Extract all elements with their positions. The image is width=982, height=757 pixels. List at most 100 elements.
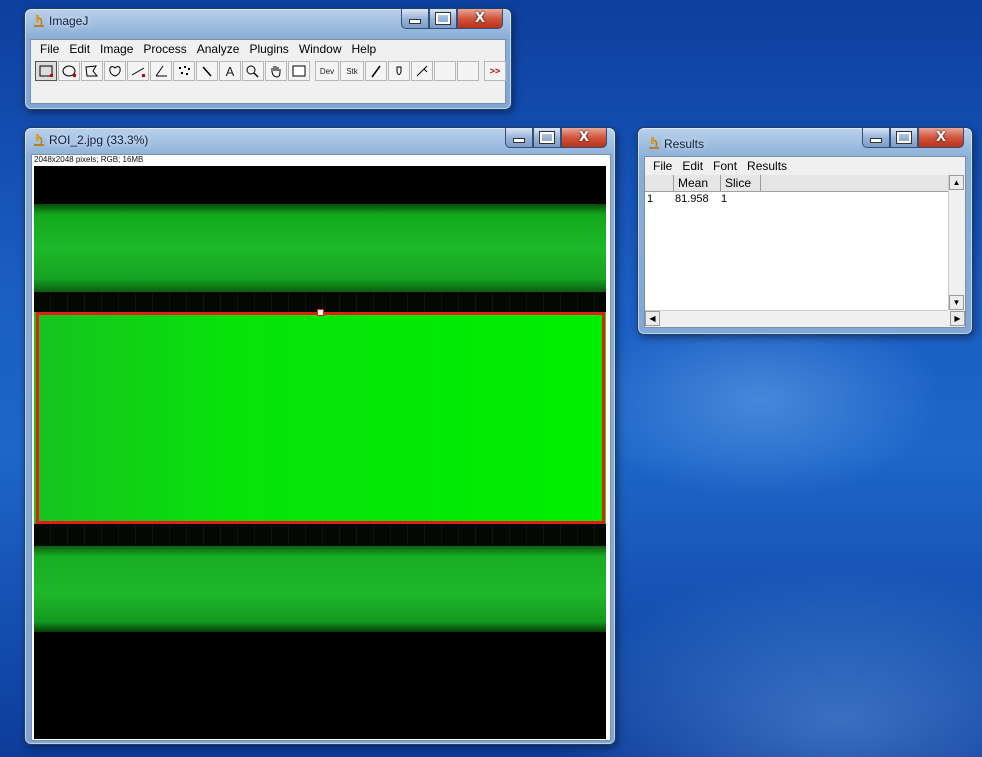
stk-menu-tool[interactable]: Stk xyxy=(340,61,364,81)
microscope-icon xyxy=(34,15,44,27)
hand-icon xyxy=(271,66,281,78)
results-titlebar[interactable]: Results X xyxy=(638,128,972,152)
blank-tool-1[interactable] xyxy=(434,61,456,81)
blank-tool-2[interactable] xyxy=(457,61,479,81)
paintbrush-tool[interactable] xyxy=(388,61,410,81)
magnifier-icon xyxy=(246,65,259,78)
results-header: Mean Slice xyxy=(645,175,948,192)
maximize-button[interactable] xyxy=(429,9,457,29)
point-tool[interactable] xyxy=(173,61,195,81)
close-icon: X xyxy=(935,130,947,145)
results-window: Results X File Edit Font Results Mean Sl… xyxy=(637,127,973,335)
line-icon xyxy=(131,67,145,77)
more-tools-button[interactable]: >> xyxy=(484,61,506,81)
wand-tool[interactable] xyxy=(196,61,218,81)
line-tool[interactable] xyxy=(127,61,149,81)
wand-icon xyxy=(202,66,212,77)
more-label: >> xyxy=(489,66,501,76)
polygon-tool[interactable] xyxy=(81,61,103,81)
freehand-tool[interactable] xyxy=(104,61,126,81)
maximize-button[interactable] xyxy=(890,128,918,148)
text-tool-label: A xyxy=(225,63,235,79)
imagej-toolbar: A Dev Stk >> xyxy=(35,61,507,81)
green-band-top xyxy=(34,204,606,292)
results-menubar: File Edit Font Results xyxy=(645,157,965,173)
vertical-scrollbar[interactable]: ▲ ▼ xyxy=(948,175,965,310)
image-titlebar[interactable]: ROI_2.jpg (33.3%) X xyxy=(25,128,615,152)
scroll-up-button[interactable]: ▲ xyxy=(949,175,964,190)
results-menu-file[interactable]: File xyxy=(648,159,677,173)
results-menu-edit[interactable]: Edit xyxy=(677,159,708,173)
menu-edit[interactable]: Edit xyxy=(64,42,95,56)
close-icon: X xyxy=(474,11,486,26)
magnifier-tool[interactable] xyxy=(242,61,264,81)
dark-stripe-2 xyxy=(34,524,606,546)
imagej-client: File Edit Image Process Analyze Plugins … xyxy=(30,39,506,104)
scroll-down-button[interactable]: ▼ xyxy=(949,295,964,310)
maximize-button[interactable] xyxy=(533,128,561,148)
pencil-icon xyxy=(371,65,381,78)
angle-icon xyxy=(155,65,167,77)
angle-tool[interactable] xyxy=(150,61,172,81)
scroll-right-button[interactable]: ▶ xyxy=(950,311,965,326)
close-button[interactable]: X xyxy=(457,9,503,29)
menu-file[interactable]: File xyxy=(35,42,64,56)
text-tool[interactable]: A xyxy=(219,61,241,81)
dev-label: Dev xyxy=(319,66,335,76)
minimize-button[interactable] xyxy=(401,9,429,29)
image-title: ROI_2.jpg (33.3%) xyxy=(49,133,149,147)
minimize-button[interactable] xyxy=(862,128,890,148)
results-title: Results xyxy=(664,137,705,151)
close-button[interactable]: X xyxy=(561,128,607,148)
dev-menu-tool[interactable]: Dev xyxy=(315,61,339,81)
menu-analyze[interactable]: Analyze xyxy=(192,42,245,56)
imagej-title: ImageJ xyxy=(49,14,89,28)
point-icon xyxy=(179,66,190,75)
maximize-icon xyxy=(436,13,450,24)
menu-help[interactable]: Help xyxy=(347,42,382,56)
color-picker-tool[interactable] xyxy=(288,61,310,81)
col-header-slice[interactable]: Slice xyxy=(721,175,761,191)
menu-image[interactable]: Image xyxy=(95,42,138,56)
image-canvas[interactable] xyxy=(34,166,606,739)
minimize-icon xyxy=(870,138,882,143)
imagej-titlebar[interactable]: ImageJ X xyxy=(25,9,511,33)
hand-tool[interactable] xyxy=(265,61,287,81)
col-header-index[interactable] xyxy=(645,175,674,191)
close-button[interactable]: X xyxy=(918,128,964,148)
close-icon: X xyxy=(578,130,590,145)
roi-rectangle[interactable] xyxy=(36,312,605,524)
results-menu-font[interactable]: Font xyxy=(708,159,742,173)
imagej-window: ImageJ X File Edit Image Process Analyze… xyxy=(24,8,512,110)
flood-fill-icon xyxy=(416,65,428,77)
microscope-icon xyxy=(34,134,44,146)
menu-plugins[interactable]: Plugins xyxy=(244,42,293,56)
image-client: 2048x2048 pixels; RGB; 16MB xyxy=(31,154,611,741)
minimize-icon xyxy=(513,138,525,143)
scroll-left-button[interactable]: ◀ xyxy=(645,311,660,326)
menu-process[interactable]: Process xyxy=(138,42,191,56)
results-menu-results[interactable]: Results xyxy=(742,159,792,173)
rectangle-tool[interactable] xyxy=(35,61,57,81)
pencil-tool[interactable] xyxy=(365,61,387,81)
oval-icon xyxy=(62,65,76,77)
dropper-icon xyxy=(292,65,306,77)
imagej-menubar: File Edit Image Process Analyze Plugins … xyxy=(31,40,505,56)
maximize-icon xyxy=(897,132,911,143)
horizontal-scrollbar[interactable]: ◀ ▶ xyxy=(645,310,965,327)
image-window: ROI_2.jpg (33.3%) X 2048x2048 pixels; RG… xyxy=(24,127,616,745)
roi-handle[interactable] xyxy=(317,309,324,316)
flood-fill-tool[interactable] xyxy=(411,61,433,81)
menu-window[interactable]: Window xyxy=(294,42,347,56)
paintbrush-icon xyxy=(396,66,402,75)
green-band-bottom xyxy=(34,546,606,632)
oval-tool[interactable] xyxy=(58,61,80,81)
row-index: 1 xyxy=(647,193,654,205)
polygon-icon xyxy=(85,65,99,77)
table-row[interactable]: 1 81.958 1 xyxy=(645,192,948,206)
minimize-button[interactable] xyxy=(505,128,533,148)
stk-label: Stk xyxy=(346,66,358,76)
microscope-icon xyxy=(649,137,659,149)
image-info: 2048x2048 pixels; RGB; 16MB xyxy=(34,155,144,164)
col-header-mean[interactable]: Mean xyxy=(674,175,721,191)
